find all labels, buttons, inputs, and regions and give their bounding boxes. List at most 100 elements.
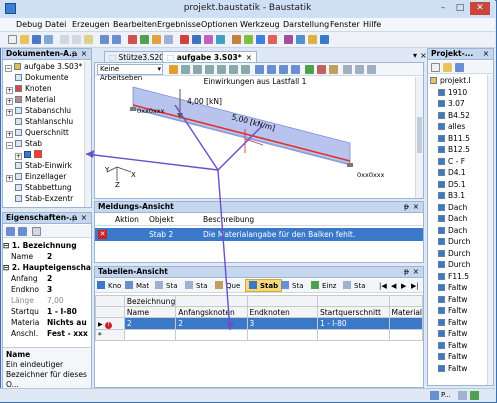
status-p-label[interactable]: P...	[441, 391, 451, 399]
zoom-out-icon[interactable]	[217, 65, 226, 74]
table-tab-stab[interactable]: Stab	[245, 279, 283, 292]
project-item[interactable]: D4.1	[438, 167, 466, 178]
first-page-icon[interactable]: |◀	[379, 279, 387, 293]
project-item[interactable]: alles	[438, 121, 465, 132]
project-item[interactable]: 1910	[438, 87, 467, 98]
close-button[interactable]: ✕	[470, 2, 490, 15]
sort-alpha-icon[interactable]	[18, 227, 27, 236]
table-tab-stabbettung[interactable]: Sta	[343, 279, 365, 293]
tab-aufgabe[interactable]: ⬚ aufgabe 3.S03* ×	[162, 51, 257, 62]
row-header[interactable]: ▶ !	[95, 317, 125, 330]
tree-item-stahlanschluss[interactable]: Stahlanschlu	[15, 116, 73, 127]
report-icon[interactable]	[308, 35, 317, 44]
menu-debug[interactable]: Debug	[16, 20, 42, 29]
node-icon[interactable]	[180, 35, 189, 44]
menu-bearbeiten[interactable]: Bearbeiten	[113, 20, 157, 29]
cell-endknoten[interactable]: 3	[246, 317, 318, 330]
project-item[interactable]: B3.1	[438, 190, 465, 201]
tree-item-stab[interactable]: − Stab	[6, 138, 42, 149]
new-icon[interactable]	[8, 35, 17, 44]
new-doc-icon[interactable]	[431, 63, 440, 72]
tree-item-knoten[interactable]: + Knoten	[6, 83, 52, 94]
zoom-in-icon[interactable]	[205, 65, 214, 74]
project-item[interactable]: Durch	[438, 236, 470, 247]
pin-icon[interactable]: ᵽ	[72, 213, 77, 223]
project-root[interactable]: projekt.l	[430, 75, 471, 86]
property-row-material[interactable]: Materia Nichts au	[11, 317, 101, 328]
close-icon[interactable]: ×	[483, 49, 489, 59]
calculate-icon[interactable]	[140, 35, 149, 44]
pin-icon[interactable]: ᵽ	[404, 202, 409, 212]
settings-icon[interactable]	[367, 65, 376, 74]
project-item[interactable]: F11.5	[438, 271, 469, 282]
col-material-label[interactable]: Material	[388, 306, 424, 318]
docs-icon[interactable]	[458, 391, 467, 400]
view-scrollbar[interactable]	[415, 77, 423, 198]
maximize-button[interactable]: □	[452, 2, 468, 15]
help-icon[interactable]	[320, 35, 329, 44]
minimize-button[interactable]: –	[435, 2, 451, 15]
calc-icon[interactable]	[470, 391, 479, 400]
col-endknoten-label[interactable]: Endknoten	[246, 306, 318, 318]
menu-optionen[interactable]: Optionen	[201, 20, 238, 29]
property-row-endknoten[interactable]: Endkno 3	[11, 284, 101, 295]
copy-icon[interactable]	[72, 35, 81, 44]
project-item[interactable]: Faltw	[438, 328, 467, 339]
project-item[interactable]: Faltw	[438, 340, 467, 351]
tab-close-all-icon[interactable]: ×	[420, 51, 427, 60]
sort-category-icon[interactable]	[6, 227, 15, 236]
view-scrollbar-thumb[interactable]	[417, 117, 422, 153]
open-icon[interactable]	[20, 35, 29, 44]
property-row-anschluss[interactable]: Anschl. Fest - xxx	[11, 328, 101, 339]
table-new-row[interactable]: *	[95, 329, 424, 341]
zoom-icon[interactable]	[193, 65, 202, 74]
property-row-name[interactable]: Name 2	[11, 251, 101, 262]
view-side-icon[interactable]	[279, 65, 288, 74]
project-item[interactable]: Dach	[438, 202, 467, 213]
redo-icon[interactable]	[112, 35, 121, 44]
project-item[interactable]: B11.5	[438, 133, 470, 144]
tree-item-dokumente[interactable]: Dokumente	[15, 72, 68, 83]
cell-empty[interactable]	[123, 329, 177, 341]
table-tab-einzellager[interactable]: Einz	[311, 279, 336, 293]
section-icon[interactable]	[232, 35, 241, 44]
property-category-haupteigenschaften[interactable]: ⊟ 2. Haupteigenscha	[3, 262, 93, 273]
pan-icon[interactable]	[181, 65, 190, 74]
tree-item-einzellager[interactable]: + Einzellager	[6, 171, 66, 182]
save-all-icon[interactable]	[44, 35, 53, 44]
property-row-anfang[interactable]: Anfang 2	[11, 273, 101, 284]
tab-stuetze[interactable]: ⬚ Stütze3.S20	[104, 51, 169, 62]
col-name[interactable]: Name	[123, 306, 177, 318]
project-item[interactable]: C - F	[438, 156, 465, 167]
tree-root[interactable]: − aufgabe 3.S03*	[5, 61, 82, 72]
next-page-icon[interactable]: ▶	[401, 279, 406, 293]
pin-icon[interactable]: ᵽ	[404, 267, 409, 277]
project-item[interactable]: Faltw	[438, 305, 467, 316]
project-item[interactable]: B12.5	[438, 144, 470, 155]
cell-empty[interactable]	[175, 329, 248, 341]
project-item[interactable]: Faltw	[438, 351, 467, 362]
project-item[interactable]: Dach	[438, 213, 467, 224]
prev-page-icon[interactable]: ◀	[391, 279, 396, 293]
message-row[interactable]: ✕ Stab 2 Die Materialangabe für den Balk…	[95, 228, 423, 241]
tree-item-material[interactable]: + Material	[6, 94, 55, 105]
close-icon[interactable]: ×	[81, 213, 87, 223]
table-tab-querschnitt[interactable]: Que	[215, 279, 240, 293]
show-labels-icon[interactable]	[329, 65, 338, 74]
project-item[interactable]: 3.07	[438, 98, 465, 109]
menu-datei[interactable]: Datei	[45, 20, 66, 29]
view-iso-icon[interactable]	[291, 65, 300, 74]
work-plane-select[interactable]: Keine Arbeitseben ▾	[97, 64, 163, 82]
close-icon[interactable]: ×	[81, 49, 87, 59]
property-pages-icon[interactable]	[32, 227, 41, 236]
tree-item-stab-child[interactable]: +	[15, 149, 42, 160]
pin-icon[interactable]: ᵽ	[72, 49, 77, 59]
col-anfangsknoten[interactable]	[175, 295, 248, 307]
project-item[interactable]: Faltw	[438, 294, 467, 305]
menu-fenster[interactable]: Fenster	[330, 20, 360, 29]
zoom-extents-icon[interactable]	[229, 65, 238, 74]
snap-icon[interactable]	[355, 65, 364, 74]
tree-item-stab-exzentr[interactable]: Stab-Exzentr	[15, 193, 73, 204]
project-item[interactable]: Faltw	[438, 282, 467, 293]
properties-icon[interactable]	[430, 391, 439, 400]
